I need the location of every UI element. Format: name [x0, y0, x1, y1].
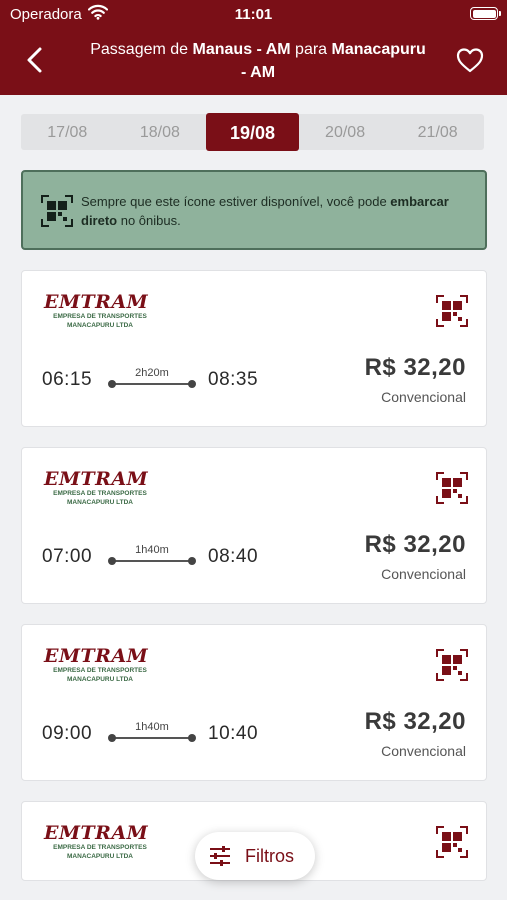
trip-card[interactable]: EMTRAM EMPRESA DE TRANSPORTES MANACAPURU…: [21, 624, 487, 781]
qr-board-icon: [436, 649, 468, 681]
battery-icon: [470, 7, 501, 20]
arrival-time: 08:40: [208, 546, 259, 567]
company-logo-subtitle: EMPRESA DE TRANSPORTES: [53, 667, 147, 674]
date-tab[interactable]: 17/08: [21, 114, 114, 150]
direct-boarding-banner: Sempre que este ícone estiver disponível…: [21, 170, 487, 250]
company-logo-subtitle: MANACAPURU LTDA: [67, 321, 133, 329]
service-class: Convencional: [381, 566, 466, 582]
filter-button[interactable]: Filtros: [195, 832, 315, 880]
title-prefix: Passagem de: [90, 41, 193, 58]
banner-text-start: Sempre que este ícone estiver disponível…: [81, 194, 391, 209]
company-logo-subtitle: MANACAPURU LTDA: [67, 675, 133, 683]
arrival-time: 10:40: [208, 723, 259, 744]
date-tab-selected[interactable]: 19/08: [206, 113, 299, 151]
service-class: Convencional: [381, 743, 466, 759]
title-connector: para: [290, 41, 332, 58]
departure-time: 06:15: [42, 369, 93, 390]
date-tab[interactable]: 20/08: [299, 114, 392, 150]
company-logo-name: EMTRAM: [44, 291, 149, 313]
date-selector: 17/08 18/08 19/08 20/08 21/08: [21, 113, 484, 151]
company-logo-subtitle: EMPRESA DE TRANSPORTES: [53, 844, 147, 851]
company-logo: EMTRAM EMPRESA DE TRANSPORTES MANACAPURU…: [44, 824, 156, 860]
company-logo-subtitle: MANACAPURU LTDA: [67, 498, 133, 506]
title-destination: Manacapuru: [331, 41, 426, 58]
trip-card[interactable]: EMTRAM EMPRESA DE TRANSPORTES MANACAPURU…: [21, 447, 487, 604]
header: Operadora 11:01 Passagem de Manaus - AM …: [0, 0, 507, 95]
company-logo: EMTRAM EMPRESA DE TRANSPORTES MANACAPURU…: [44, 470, 156, 506]
company-logo-subtitle: EMPRESA DE TRANSPORTES: [53, 490, 147, 497]
filter-sliders-icon: [210, 846, 230, 866]
date-tab[interactable]: 21/08: [391, 114, 484, 150]
qr-board-icon: [41, 195, 73, 227]
company-logo-subtitle: EMPRESA DE TRANSPORTES: [53, 313, 147, 320]
page-title: Passagem de Manaus - AM para Manacapuru -…: [82, 38, 434, 84]
qr-board-icon: [436, 826, 468, 858]
filter-button-label: Filtros: [245, 846, 294, 866]
duration: 1h40m: [108, 721, 196, 743]
ticket-price: R$ 32,20: [364, 531, 466, 558]
duration-label: 1h40m: [135, 544, 169, 556]
company-logo-name: EMTRAM: [44, 822, 149, 844]
heart-icon[interactable]: [455, 45, 485, 75]
company-logo-name: EMTRAM: [44, 468, 149, 490]
qr-board-icon: [436, 472, 468, 504]
departure-time: 09:00: [42, 723, 93, 744]
banner-text: Sempre que este ícone estiver disponível…: [81, 192, 481, 230]
back-chevron-icon[interactable]: [20, 44, 52, 76]
company-logo-subtitle: MANACAPURU LTDA: [67, 852, 133, 860]
qr-board-icon: [436, 295, 468, 327]
company-logo-name: EMTRAM: [44, 645, 149, 667]
departure-time: 07:00: [42, 546, 93, 567]
company-logo: EMTRAM EMPRESA DE TRANSPORTES MANACAPURU…: [44, 647, 156, 683]
duration-label: 1h40m: [135, 721, 169, 733]
title-destination-state: - AM: [240, 64, 276, 81]
company-logo: EMTRAM EMPRESA DE TRANSPORTES MANACAPURU…: [44, 293, 156, 329]
duration: 2h20m: [108, 367, 196, 389]
duration: 1h40m: [108, 544, 196, 566]
title-origin: Manaus - AM: [192, 41, 291, 58]
service-class: Convencional: [381, 389, 466, 405]
status-bar: Operadora 11:01: [0, 0, 507, 28]
ticket-price: R$ 32,20: [364, 708, 466, 735]
banner-text-end: no ônibus.: [117, 213, 181, 228]
ticket-price: R$ 32,20: [364, 354, 466, 381]
duration-label: 2h20m: [135, 367, 169, 379]
status-time: 11:01: [234, 6, 273, 23]
arrival-time: 08:35: [208, 369, 259, 390]
trip-card[interactable]: EMTRAM EMPRESA DE TRANSPORTES MANACAPURU…: [21, 270, 487, 427]
date-tab[interactable]: 18/08: [114, 114, 207, 150]
